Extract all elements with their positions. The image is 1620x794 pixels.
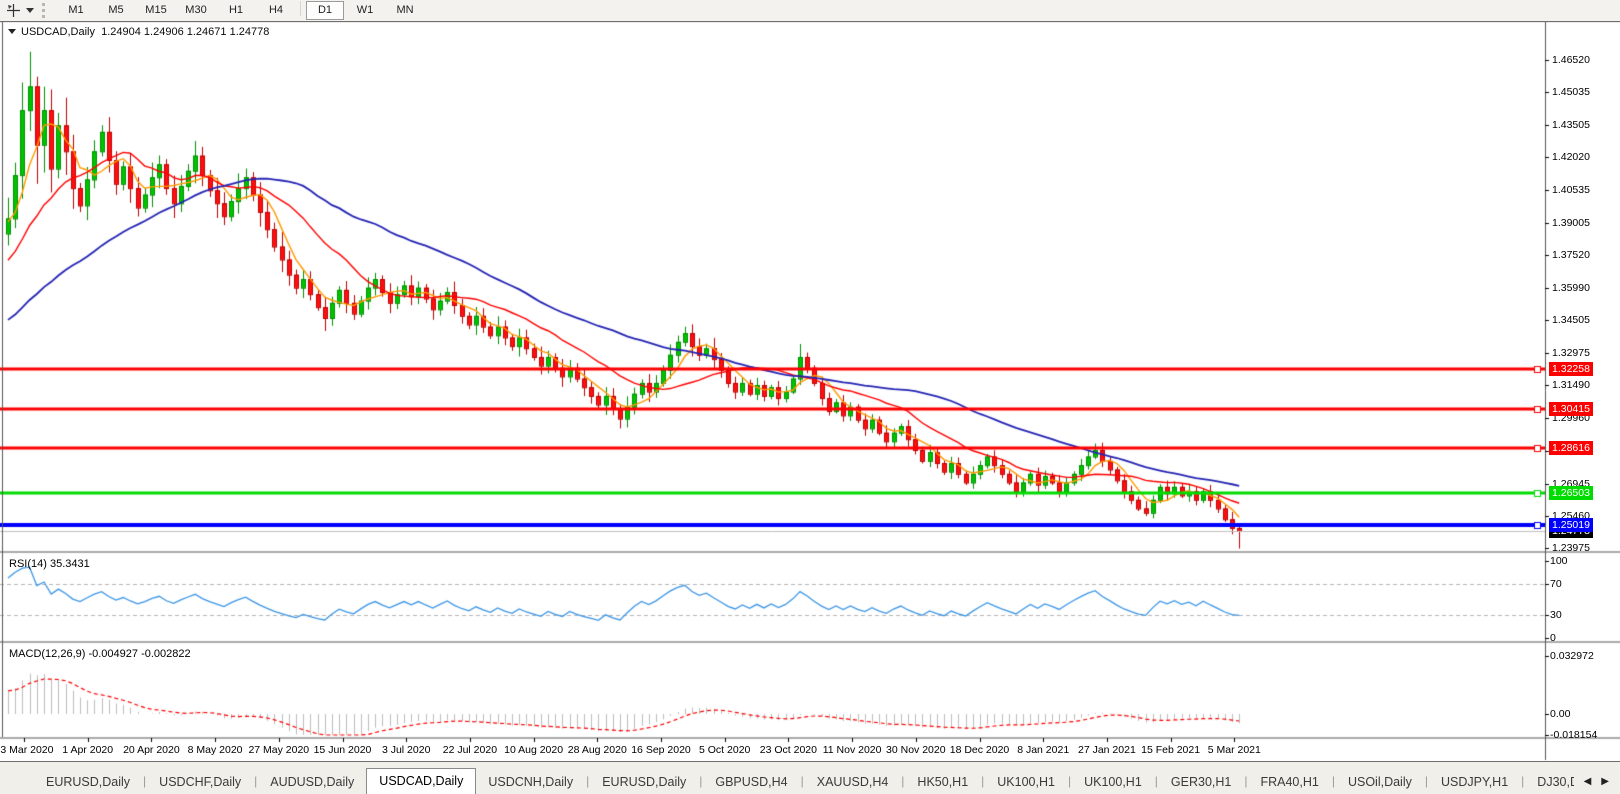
timeframe-button-h4[interactable]: H4 xyxy=(257,1,295,20)
ohlc-high: 1.24906 xyxy=(144,26,184,38)
date-tick-label: 15 Feb 2021 xyxy=(1141,744,1200,756)
date-tick-label: 5 Mar 2021 xyxy=(1208,744,1261,756)
rsi-tick-label: 100 xyxy=(1550,555,1568,567)
macd-tick-label: -0.018154 xyxy=(1550,729,1597,741)
chart-tab-hk50-h1[interactable]: HK50,H1 xyxy=(905,770,980,794)
chart-tab-dj30-daily[interactable]: DJ30,Daily xyxy=(1525,770,1574,794)
date-tick-label: 18 Dec 2020 xyxy=(950,744,1010,756)
chart-tab-usoil-daily[interactable]: USOil,Daily xyxy=(1336,770,1424,794)
hline-price-chip: 1.32258 xyxy=(1549,362,1593,376)
hline-price-chip: 1.25019 xyxy=(1549,518,1593,532)
date-tick-label: 16 Sep 2020 xyxy=(631,744,691,756)
price-tick-label: 1.45035 xyxy=(1552,86,1590,98)
hline-price-chip: 1.28616 xyxy=(1549,441,1593,455)
date-tick-label: 15 Jun 2020 xyxy=(314,744,372,756)
timeframe-button-m1[interactable]: M1 xyxy=(57,1,95,20)
chart-tab-audusd-daily[interactable]: AUDUSD,Daily xyxy=(258,770,366,794)
rsi-pane-label: RSI(14) 35.3431 xyxy=(9,558,90,570)
timeframe-button-mn[interactable]: MN xyxy=(386,1,424,20)
price-tick-label: 1.32975 xyxy=(1552,347,1590,359)
hline-price-chip: 1.26503 xyxy=(1549,486,1593,500)
ohlc-close: 1.24778 xyxy=(230,26,270,38)
rsi-tick-label: 0 xyxy=(1550,632,1556,644)
date-tick-label: 1 Apr 2020 xyxy=(62,744,113,756)
date-tick-label: 8 Jan 2021 xyxy=(1017,744,1069,756)
price-tick-label: 1.42020 xyxy=(1552,151,1590,163)
chart-tab-uk100-h1[interactable]: UK100,H1 xyxy=(985,770,1067,794)
date-tick-label: 27 May 2020 xyxy=(248,744,309,756)
ohlc-open: 1.24904 xyxy=(101,26,141,38)
chart-tab-usdcad-daily[interactable]: USDCAD,Daily xyxy=(366,768,476,794)
price-tick-label: 1.39005 xyxy=(1552,217,1590,229)
date-tick-label: 28 Aug 2020 xyxy=(568,744,627,756)
ohlc-low: 1.24671 xyxy=(187,26,227,38)
price-tick-label: 1.23975 xyxy=(1552,542,1590,554)
date-tick-label: 30 Nov 2020 xyxy=(886,744,946,756)
date-tick-label: 11 Nov 2020 xyxy=(823,744,882,756)
date-tick-label: 20 Apr 2020 xyxy=(123,744,180,756)
macd-tick-label: 0.032972 xyxy=(1550,650,1594,662)
price-tick-label: 1.34505 xyxy=(1552,314,1590,326)
date-tick-label: 10 Aug 2020 xyxy=(504,744,563,756)
price-tick-label: 1.46520 xyxy=(1552,54,1590,66)
chart-tab-eurusd-daily[interactable]: EURUSD,Daily xyxy=(590,770,698,794)
date-tick-label: 13 Mar 2020 xyxy=(0,744,53,756)
cursor-crosshair-icon[interactable] xyxy=(2,2,24,19)
symbol-name: USDCAD,Daily xyxy=(21,26,95,38)
macd-pane-label: MACD(12,26,9) -0.004927 -0.002822 xyxy=(9,648,191,660)
chart-tab-uk100-h1[interactable]: UK100,H1 xyxy=(1072,770,1154,794)
terminal-window: M1M5M15M30H1H4 D1W1MN USDCAD,Daily 1.2490… xyxy=(0,0,1620,794)
date-tick-label: 22 Jul 2020 xyxy=(443,744,497,756)
timeframe-button-m15[interactable]: M15 xyxy=(137,1,175,20)
date-tick-label: 8 May 2020 xyxy=(188,744,243,756)
macd-tick-label: 0.00 xyxy=(1550,708,1570,720)
tab-scroll-arrows: ◀ ▶ xyxy=(1579,768,1620,794)
chart-window: USDCAD,Daily 1.24904 1.24906 1.24671 1.2… xyxy=(0,21,1620,762)
timeframe-button-m30[interactable]: M30 xyxy=(177,1,215,20)
rsi-tick-label: 30 xyxy=(1550,609,1562,621)
chart-tab-fra40-h1[interactable]: FRA40,H1 xyxy=(1248,770,1330,794)
timeframe-toolbar: M1M5M15M30H1H4 D1W1MN xyxy=(0,0,1620,22)
price-tick-label: 1.31490 xyxy=(1552,379,1590,391)
chart-canvas[interactable] xyxy=(0,21,1620,762)
chart-tab-usdcnh-daily[interactable]: USDCNH,Daily xyxy=(476,770,585,794)
date-tick-label: 27 Jan 2021 xyxy=(1078,744,1136,756)
price-tick-label: 1.37520 xyxy=(1552,249,1590,261)
timeframe-button-d1[interactable]: D1 xyxy=(306,1,344,20)
timeframe-button-m5[interactable]: M5 xyxy=(97,1,135,20)
price-tick-label: 1.35990 xyxy=(1552,282,1590,294)
timeframe-button-h1[interactable]: H1 xyxy=(217,1,255,20)
symbol-collapse-icon[interactable] xyxy=(8,29,16,34)
price-tick-label: 1.40535 xyxy=(1552,184,1590,196)
chart-tab-ger30-h1[interactable]: GER30,H1 xyxy=(1159,770,1243,794)
chart-title: USDCAD,Daily 1.24904 1.24906 1.24671 1.2… xyxy=(8,26,269,38)
chart-tab-bar: EURUSD,Daily|USDCHF,Daily|AUDUSD,DailyUS… xyxy=(0,761,1620,794)
date-tick-label: 23 Oct 2020 xyxy=(760,744,817,756)
tab-scroll-right-icon[interactable]: ▶ xyxy=(1596,776,1614,787)
tab-scroll-left-icon[interactable]: ◀ xyxy=(1579,776,1597,787)
cursor-dropdown-caret-icon[interactable] xyxy=(26,8,34,13)
chart-tab-usdjpy-h1[interactable]: USDJPY,H1 xyxy=(1429,770,1520,794)
date-tick-label: 5 Oct 2020 xyxy=(699,744,750,756)
rsi-tick-label: 70 xyxy=(1550,578,1562,590)
timeframe-button-w1[interactable]: W1 xyxy=(346,1,384,20)
chart-tab-eurusd-daily[interactable]: EURUSD,Daily xyxy=(34,770,142,794)
timeframe-buttons: M1M5M15M30H1H4 D1W1MN xyxy=(56,1,425,20)
date-tick-label: 3 Jul 2020 xyxy=(382,744,430,756)
chart-tab-xauusd-h4[interactable]: XAUUSD,H4 xyxy=(805,770,901,794)
price-tick-label: 1.43505 xyxy=(1552,119,1590,131)
chart-tab-gbpusd-h4[interactable]: GBPUSD,H4 xyxy=(703,770,799,794)
hline-price-chip: 1.30415 xyxy=(1549,402,1593,416)
chart-tabs: EURUSD,Daily|USDCHF,Daily|AUDUSD,DailyUS… xyxy=(34,768,1574,794)
toolbar-grip[interactable] xyxy=(42,3,50,18)
chart-tab-usdchf-daily[interactable]: USDCHF,Daily xyxy=(147,770,253,794)
